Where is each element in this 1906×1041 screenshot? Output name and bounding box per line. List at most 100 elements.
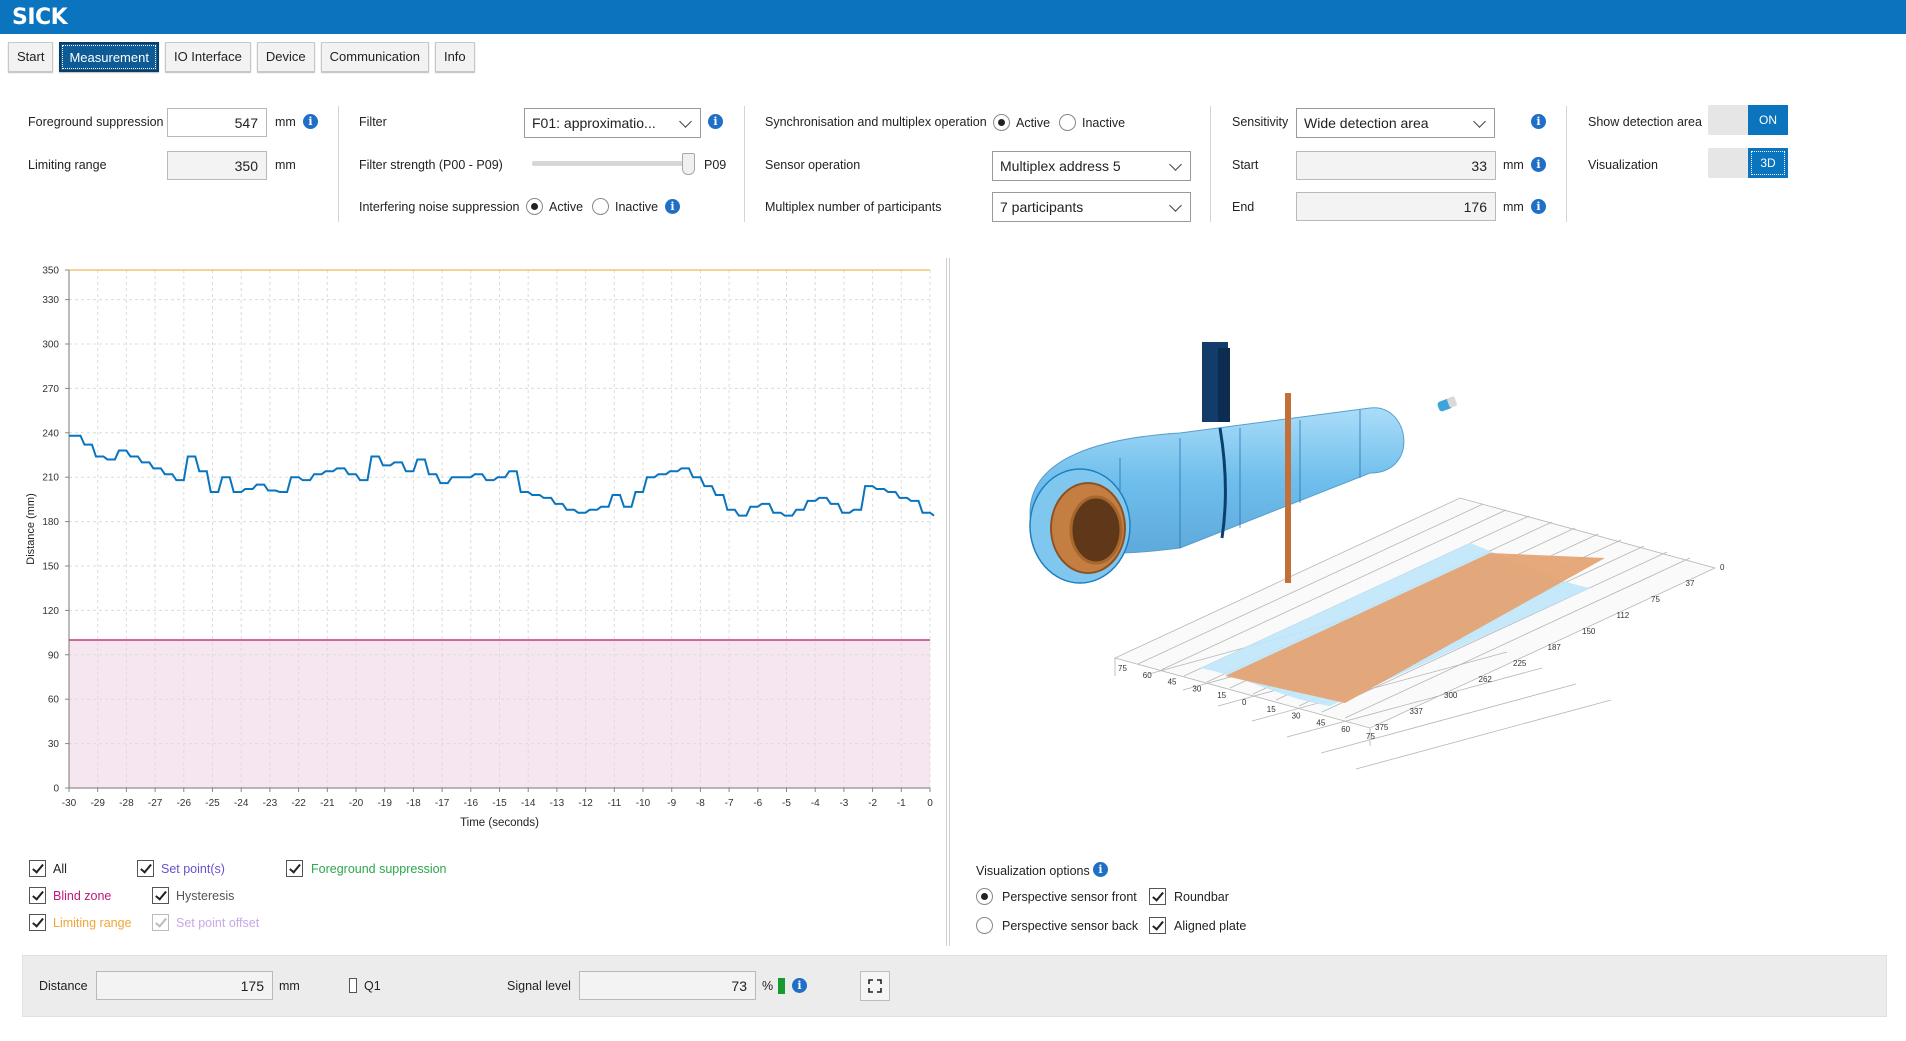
limiting-range-field: 350 [167,151,267,180]
perspective-front-radio[interactable] [976,888,993,905]
x-tick-label: -18 [406,798,421,809]
y-tick-label: 90 [48,650,60,661]
visualization-options-info-icon[interactable]: i [1093,862,1108,877]
axis-a-tick-label: 0 [1242,698,1247,707]
noise-active-radio[interactable] [526,198,543,215]
checkbox-all[interactable] [29,860,46,877]
sensitivity-label: Sensitivity [1232,115,1289,129]
foreground-suppression-input[interactable]: 547 [167,108,267,137]
axis-b-tick-label: 37 [1686,579,1695,588]
tab-device[interactable]: Device [256,42,315,72]
filter-label: Filter [359,115,387,129]
y-tick-label: 330 [42,295,59,306]
x-tick-label: -5 [782,798,791,809]
start-info-icon[interactable]: i [1531,157,1546,172]
axis-a-tick-label: 15 [1267,705,1276,714]
title-bar: SICK [0,0,1906,34]
sensitivity-info-icon[interactable]: i [1531,114,1546,129]
tab-io-interface[interactable]: IO Interface [164,42,251,72]
filter-info-icon[interactable]: i [708,114,723,129]
checkbox-set-points[interactable] [137,860,154,877]
distance-value: 175 [96,971,273,1000]
end-info-icon[interactable]: i [1531,199,1546,214]
x-tick-label: -29 [90,798,105,809]
sync-multiplex-label: Synchronisation and multiplex operation [765,115,987,129]
sick-logo: SICK [12,5,68,30]
checkbox-aligned-plate[interactable] [1149,917,1166,934]
x-tick-label: -7 [725,798,734,809]
x-tick-label: -25 [205,798,220,809]
noise-info-icon[interactable]: i [665,199,680,214]
foreground-suppression-info-icon[interactable]: i [303,114,318,129]
perspective-back-label: Perspective sensor back [1002,919,1139,933]
x-tick-label: -9 [667,798,676,809]
checkbox-blind-zone[interactable] [29,887,46,904]
tab-start[interactable]: Start [8,42,54,72]
start-unit: mm [1503,158,1524,172]
sensor-body-icon [1202,342,1230,422]
separator [338,106,339,222]
distance-series-line [69,434,935,517]
chevron-down-icon [1169,158,1182,171]
limiting-range-label: Limiting range [28,158,107,172]
checkbox-hysteresis[interactable] [152,887,169,904]
axis-a-tick-label: 75 [1366,732,1375,741]
filter-strength-slider[interactable] [532,161,694,166]
checkbox-foreground-suppression[interactable] [286,860,303,877]
sensor-operation-value: Multiplex address 5 [1000,158,1121,174]
tab-info[interactable]: Info [434,42,475,72]
y-tick-label: 210 [42,473,59,484]
legend-set-point-offset-label: Set point offset [176,916,260,930]
separator [744,106,745,222]
x-tick-label: -6 [753,798,762,809]
filter-strength-value: P09 [704,158,727,172]
sync-active-radio[interactable] [993,114,1010,131]
x-tick-label: -28 [119,798,134,809]
x-tick-label: -14 [521,798,536,809]
noise-active-label: Active [549,200,584,214]
x-tick-label: -4 [811,798,820,809]
foreground-suppression-label: Foreground suppression [28,115,164,129]
legend-all-label: All [53,862,67,876]
signal-level-info-icon[interactable]: i [792,978,807,993]
start-field[interactable]: 33 [1296,151,1496,180]
aligned-plate-label: Aligned plate [1174,919,1247,933]
tab-measurement[interactable]: Measurement [59,42,159,72]
sensor-operation-select[interactable]: Multiplex address 5 [992,151,1191,181]
separator [1210,106,1211,222]
limiting-range-unit: mm [275,158,296,172]
filter-select[interactable]: F01: approximatio... [524,108,701,138]
x-tick-label: -13 [550,798,565,809]
checkbox-limiting-range[interactable] [29,914,46,931]
separator [1566,106,1567,222]
sensitivity-select[interactable]: Wide detection area [1296,108,1495,138]
x-tick-label: -20 [349,798,364,809]
show-detection-area-toggle[interactable]: ON [1708,105,1788,135]
distance-label: Distance [39,979,88,993]
perspective-back-radio[interactable] [976,917,993,934]
distance-chart: -30 -29 -28 -27 -26 -25 -24 -23 -22 -21 -20 -19 -18-… [25,266,935,829]
end-field[interactable]: 176 [1296,192,1496,221]
legend-blind-zone-label: Blind zone [53,889,112,903]
checkbox-roundbar[interactable] [1149,888,1166,905]
fullscreen-icon [868,979,882,993]
noise-inactive-radio[interactable] [592,198,609,215]
axis-b-tick-label: 0 [1720,563,1725,572]
sync-inactive-radio[interactable] [1059,114,1076,131]
end-unit: mm [1503,200,1524,214]
legend-set-points-label: Set point(s) [161,862,225,876]
y-tick-label: 180 [42,517,59,528]
3d-visualization[interactable]: 756045301501530456075 037751121501872252… [950,258,1900,778]
axis-b-tick-label: 300 [1444,691,1458,700]
visualization-toggle[interactable]: 3D [1708,148,1788,178]
start-label: Start [1232,158,1259,172]
interfering-noise-label: Interfering noise suppression [359,200,520,214]
tab-communication[interactable]: Communication [320,42,429,72]
legend-foreground-suppression-label: Foreground suppression [311,862,447,876]
x-tick-label: -22 [291,798,306,809]
x-tick-label: -8 [696,798,705,809]
multiplex-participants-select[interactable]: 7 participants [992,192,1191,222]
signal-level-bar [778,978,785,994]
filter-strength-slider-thumb[interactable] [682,153,695,175]
fullscreen-button[interactable] [860,971,890,1001]
